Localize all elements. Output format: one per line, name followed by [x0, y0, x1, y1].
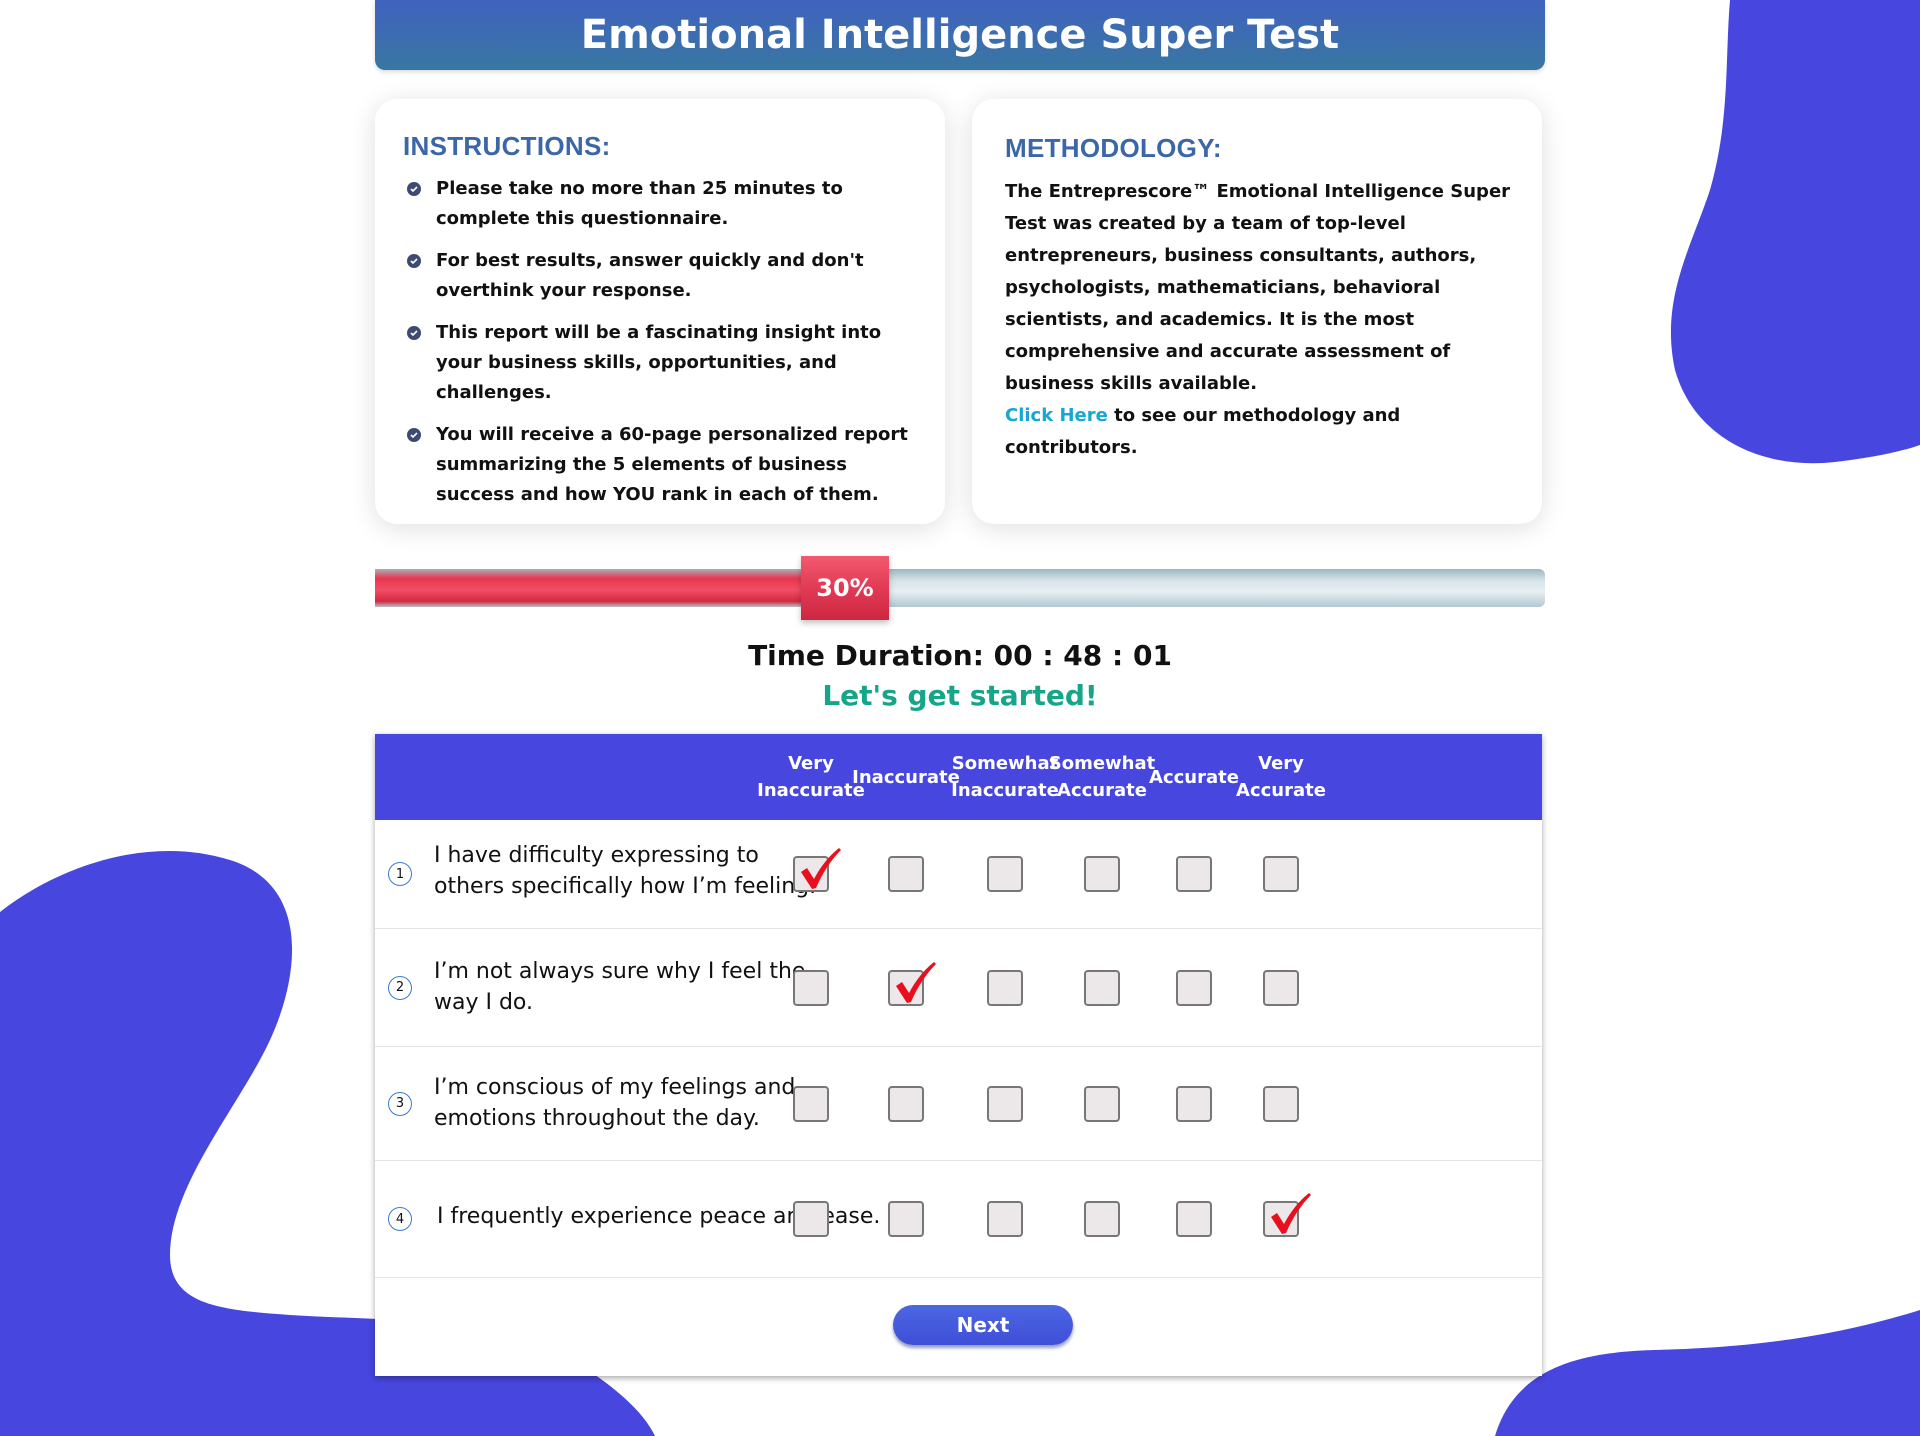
- answer-checkbox[interactable]: [987, 1201, 1023, 1237]
- answer-checkbox[interactable]: [888, 1201, 924, 1237]
- page-title: Emotional Intelligence Super Test: [580, 12, 1340, 58]
- question-text: I’m conscious of my feelings and emotion…: [434, 1075, 796, 1131]
- answer-checkbox[interactable]: [1263, 1193, 1311, 1237]
- methodology-card: METHODOLOGY: The Entreprescore™ Emotiona…: [972, 99, 1542, 524]
- column-header: Somewhat Inaccurate: [951, 753, 1059, 801]
- instructions-list: Please take no more than 25 minutes to c…: [403, 174, 917, 510]
- answer-checkbox[interactable]: [1176, 856, 1212, 892]
- answer-checkbox[interactable]: [1263, 969, 1299, 1006]
- answer-checkbox[interactable]: [888, 856, 924, 892]
- checkmark-icon: [896, 961, 936, 1003]
- main-container: Emotional Intelligence Super Test INSTRU…: [375, 0, 1545, 1376]
- answer-checkbox[interactable]: [987, 969, 1023, 1006]
- answer-checkbox[interactable]: [1263, 856, 1299, 892]
- answer-checkbox[interactable]: [1084, 1085, 1120, 1122]
- methodology-text: The Entreprescore™ Emotional Intelligenc…: [1005, 181, 1511, 394]
- question-number: 4: [388, 1207, 412, 1231]
- answer-checkbox[interactable]: [1176, 1085, 1212, 1122]
- column-header: Somewhat Accurate: [1048, 753, 1156, 801]
- progress-percent-badge: 30%: [801, 556, 889, 620]
- time-duration: Time Duration: 00 : 48 : 01: [748, 639, 1172, 672]
- instruction-text: Please take no more than 25 minutes to c…: [436, 178, 843, 229]
- question-row: 4I frequently experience peace and ease.: [375, 1161, 1542, 1278]
- answer-checkbox[interactable]: [1263, 1085, 1299, 1122]
- progress-bar: 30%: [375, 556, 1545, 636]
- answer-checkbox[interactable]: [793, 969, 829, 1006]
- question-table-header: Very Inaccurate Inaccurate Somewhat Inaccu…: [375, 734, 1542, 820]
- page-header: Emotional Intelligence Super Test: [375, 0, 1545, 70]
- background-blob-bottom-right: [1495, 1310, 1920, 1436]
- instruction-text: This report will be a fascinating insigh…: [436, 322, 882, 403]
- answer-checkbox[interactable]: [793, 1085, 829, 1122]
- next-button[interactable]: Next: [893, 1305, 1073, 1345]
- answer-checkbox[interactable]: [1176, 1201, 1212, 1237]
- question-text: I have difficulty expressing to others s…: [434, 843, 817, 899]
- instruction-text: You will receive a 60-page personalized …: [436, 424, 908, 505]
- button-area: Next: [375, 1278, 1542, 1376]
- instructions-card: INSTRUCTIONS: Please take no more than 2…: [375, 99, 945, 524]
- column-header: Very Inaccurate: [757, 753, 865, 801]
- question-row: 3 I’m conscious of my feelings and emotio…: [375, 1047, 1542, 1161]
- check-circle-icon: [407, 254, 421, 268]
- answer-checkbox[interactable]: [1084, 1201, 1120, 1237]
- info-cards: INSTRUCTIONS: Please take no more than 2…: [375, 99, 1545, 524]
- instruction-item: You will receive a 60-page personalized …: [403, 420, 917, 510]
- check-circle-icon: [407, 182, 421, 196]
- answer-checkbox[interactable]: [987, 1085, 1023, 1122]
- question-table: Very Inaccurate Inaccurate Somewhat Inaccu…: [375, 734, 1542, 1376]
- greeting-text: Let's get started!: [822, 679, 1098, 712]
- instruction-item: For best results, answer quickly and don…: [403, 246, 917, 306]
- question-number: 3: [388, 1091, 412, 1116]
- check-circle-icon: [407, 326, 421, 340]
- instructions-heading: INSTRUCTIONS:: [403, 131, 611, 161]
- answer-checkbox[interactable]: [888, 961, 936, 1006]
- answer-checkbox[interactable]: [1084, 856, 1120, 892]
- question-row: 1 I have difficulty expressing to others …: [375, 820, 1542, 929]
- question-number: 1: [388, 862, 412, 886]
- methodology-body: The Entreprescore™ Emotional Intelligenc…: [1005, 176, 1514, 464]
- instruction-item: Please take no more than 25 minutes to c…: [403, 174, 917, 234]
- question-row: 2 I’m not always sure why I feel the way …: [375, 929, 1542, 1047]
- methodology-heading: METHODOLOGY:: [1005, 133, 1222, 163]
- background-blob-top-right: [1670, 0, 1920, 464]
- instruction-item: This report will be a fascinating insigh…: [403, 318, 917, 408]
- answer-checkbox[interactable]: [1176, 969, 1212, 1006]
- question-text: I’m not always sure why I feel the way I…: [434, 959, 806, 1015]
- answer-checkbox[interactable]: [987, 856, 1023, 892]
- column-header: Inaccurate: [852, 766, 960, 788]
- checkmark-icon: [1271, 1193, 1311, 1234]
- column-header: Very Accurate: [1236, 753, 1326, 801]
- answer-checkbox[interactable]: [1084, 969, 1120, 1006]
- answer-checkbox[interactable]: [793, 848, 841, 892]
- question-number: 2: [388, 975, 412, 1000]
- progress-fill: [375, 569, 807, 607]
- answer-checkbox[interactable]: [793, 1201, 829, 1237]
- question-rows: 1 I have difficulty expressing to others …: [375, 820, 1542, 1278]
- methodology-link[interactable]: Click Here: [1005, 405, 1108, 426]
- check-circle-icon: [407, 428, 421, 442]
- instruction-text: For best results, answer quickly and don…: [436, 250, 864, 301]
- answer-checkbox[interactable]: [888, 1085, 924, 1122]
- column-header: Accurate: [1149, 766, 1239, 788]
